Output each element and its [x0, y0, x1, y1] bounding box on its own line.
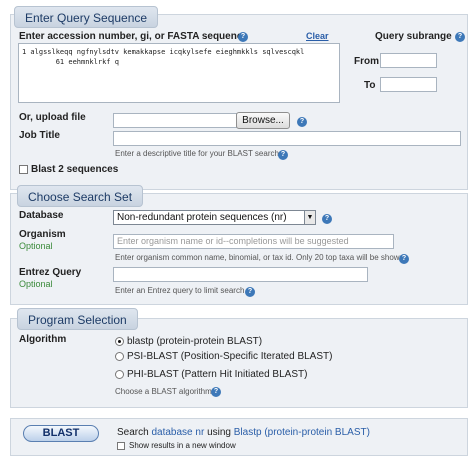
database-label: Database [19, 210, 64, 221]
entrez-query-label: Entrez Query [19, 267, 82, 278]
blast2-checkbox[interactable] [19, 165, 28, 174]
program-link[interactable]: Blastp (protein-protein BLAST) [234, 427, 370, 438]
accession-label: Enter accession number, gi, or FASTA seq… [19, 31, 248, 42]
organism-placeholder: Enter organism name or id--completions w… [117, 236, 349, 246]
radio-psi-blast[interactable] [115, 352, 124, 361]
search-summary: Search database nr using Blastp (protein… [117, 427, 370, 438]
subrange-from-input[interactable] [380, 53, 437, 68]
browse-button[interactable]: Browse... [236, 112, 290, 129]
new-window-checkbox[interactable] [117, 442, 125, 450]
subrange-to-input[interactable] [380, 77, 437, 92]
database-link[interactable]: database nr [151, 427, 204, 438]
upload-help-icon[interactable]: ? [297, 117, 307, 127]
query-subrange-label: Query subrange [375, 31, 452, 42]
option-psi-blast-label[interactable]: PSI-BLAST (Position-Specific Iterated BL… [127, 351, 332, 362]
option-phi-blast-label[interactable]: PHI-BLAST (Pattern Hit Initiated BLAST) [127, 369, 307, 380]
option-blastp-label[interactable]: blastp (protein-protein BLAST) [127, 336, 262, 347]
organism-input[interactable]: Enter organism name or id--completions w… [113, 234, 394, 249]
accession-help-icon[interactable]: ? [238, 32, 248, 42]
database-select[interactable]: Non-redundant protein sequences (nr) ▼ [113, 210, 316, 225]
to-label: To [364, 80, 376, 91]
program-panel-legend: Program Selection [17, 308, 138, 330]
database-help-icon[interactable]: ? [322, 214, 332, 224]
entrez-help-icon[interactable]: ? [245, 287, 255, 297]
upload-file-label: Or, upload file [19, 112, 86, 123]
entrez-hint: Enter an Entrez query to limit search [115, 286, 245, 295]
algorithm-help-icon[interactable]: ? [211, 387, 221, 397]
program-panel [10, 318, 468, 408]
algorithm-label: Algorithm [19, 334, 67, 345]
subrange-help-icon[interactable]: ? [455, 32, 465, 42]
radio-phi-blast[interactable] [115, 370, 124, 379]
upload-file-input[interactable] [113, 113, 237, 128]
chevron-down-icon: ▼ [304, 211, 315, 224]
clear-link[interactable]: Clear [306, 31, 329, 41]
sequence-textarea[interactable]: 1 algsslkeqq ngfnylsdtv kemakkapse icqky… [18, 43, 340, 103]
query-panel-legend: Enter Query Sequence [14, 6, 159, 28]
from-label: From [354, 56, 379, 67]
search-set-legend: Choose Search Set [17, 185, 144, 207]
job-title-hint: Enter a descriptive title for your BLAST… [115, 149, 279, 158]
job-title-label: Job Title [19, 130, 60, 141]
database-select-value: Non-redundant protein sequences (nr) [117, 212, 287, 223]
submit-bar: BLAST Search database nr using Blastp (p… [10, 418, 468, 456]
organism-optional-label: Optional [19, 241, 53, 251]
using-word: using [207, 427, 231, 438]
blast-button[interactable]: BLAST [23, 425, 99, 442]
radio-blastp[interactable] [115, 337, 124, 346]
job-title-input[interactable] [113, 131, 461, 146]
organism-help-icon[interactable]: ? [399, 254, 409, 264]
new-window-label[interactable]: Show results in a new window [129, 441, 236, 450]
organism-label: Organism [19, 229, 66, 240]
organism-hint: Enter organism common name, binomial, or… [115, 253, 407, 262]
job-title-help-icon[interactable]: ? [278, 150, 288, 160]
entrez-query-input[interactable] [113, 267, 368, 282]
blast2-label[interactable]: Blast 2 sequences [31, 164, 118, 175]
algorithm-hint: Choose a BLAST algorithm [115, 387, 212, 396]
search-prefix: Search [117, 427, 149, 438]
entrez-optional-label: Optional [19, 279, 53, 289]
